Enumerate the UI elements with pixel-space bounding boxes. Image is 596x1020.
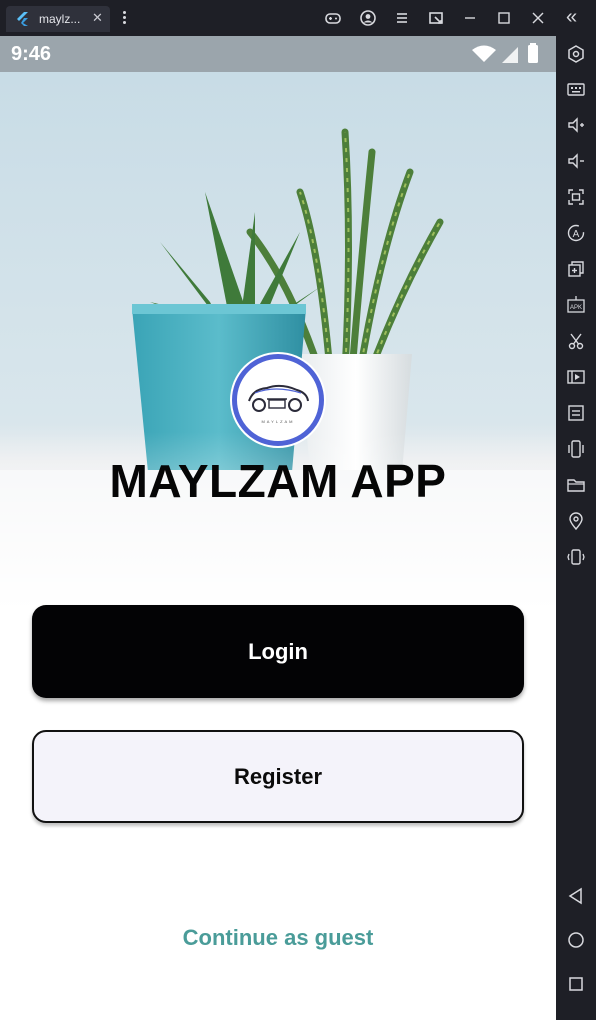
close-icon[interactable] xyxy=(528,8,548,28)
status-bar: 9:46 xyxy=(0,36,556,72)
sync-icon[interactable] xyxy=(566,403,586,423)
volume-up-icon[interactable] xyxy=(566,115,586,135)
emulator-sidebar: A APK xyxy=(556,36,596,1020)
video-record-icon[interactable] xyxy=(566,367,586,387)
collapse-sidebar-icon[interactable]: « xyxy=(566,7,586,27)
tab-title: maylz... xyxy=(39,12,81,26)
screenshot-icon[interactable] xyxy=(566,187,586,207)
shake-icon[interactable] xyxy=(566,439,586,459)
recents-icon[interactable] xyxy=(566,974,586,994)
svg-text:A: A xyxy=(573,229,580,240)
car-logo-icon xyxy=(248,384,309,412)
multi-instance-icon[interactable] xyxy=(566,259,586,279)
apk-icon[interactable]: APK xyxy=(566,295,586,315)
svg-text:APK: APK xyxy=(570,305,582,311)
emulator-title-bar: maylz... ✕ « xyxy=(0,0,596,36)
logo-text: MAYLZAM xyxy=(261,419,295,424)
volume-down-icon[interactable] xyxy=(566,151,586,171)
wifi-icon xyxy=(472,45,496,62)
settings-hex-icon[interactable] xyxy=(566,44,586,64)
back-icon[interactable] xyxy=(566,886,586,906)
hero-plant-image xyxy=(0,72,556,612)
status-time: 9:46 xyxy=(11,43,52,65)
screen-share-icon[interactable] xyxy=(426,8,446,28)
menu-icon[interactable] xyxy=(392,8,412,28)
flutter-icon xyxy=(17,12,28,26)
app-title: MAYLZAM APP xyxy=(109,455,447,507)
battery-icon xyxy=(528,45,538,63)
maximize-icon[interactable] xyxy=(494,8,514,28)
minimize-icon[interactable] xyxy=(460,8,480,28)
continue-as-guest-link[interactable]: Continue as guest xyxy=(0,925,556,951)
app-logo: MAYLZAM xyxy=(232,354,324,446)
account-icon[interactable] xyxy=(358,8,378,28)
scissors-icon[interactable] xyxy=(566,331,586,351)
browser-tab[interactable]: maylz... ✕ xyxy=(6,6,110,32)
auto-rotate-icon[interactable]: A xyxy=(566,223,586,243)
gamepad-icon[interactable] xyxy=(323,8,343,28)
tab-close-icon[interactable]: ✕ xyxy=(92,10,103,26)
register-button[interactable]: Register xyxy=(32,730,524,823)
keyboard-icon[interactable] xyxy=(566,79,586,99)
login-button[interactable]: Login xyxy=(32,605,524,698)
folder-icon[interactable] xyxy=(566,475,586,495)
location-icon[interactable] xyxy=(566,511,586,531)
status-icons xyxy=(472,43,538,63)
more-options-icon[interactable] xyxy=(116,9,132,27)
vibrate-icon[interactable] xyxy=(566,547,586,567)
signal-icon xyxy=(502,47,518,63)
home-icon[interactable] xyxy=(566,930,586,950)
phone-screen: 9:46 MAYLZAM MAYLZAM APP Login Register … xyxy=(0,36,556,1020)
